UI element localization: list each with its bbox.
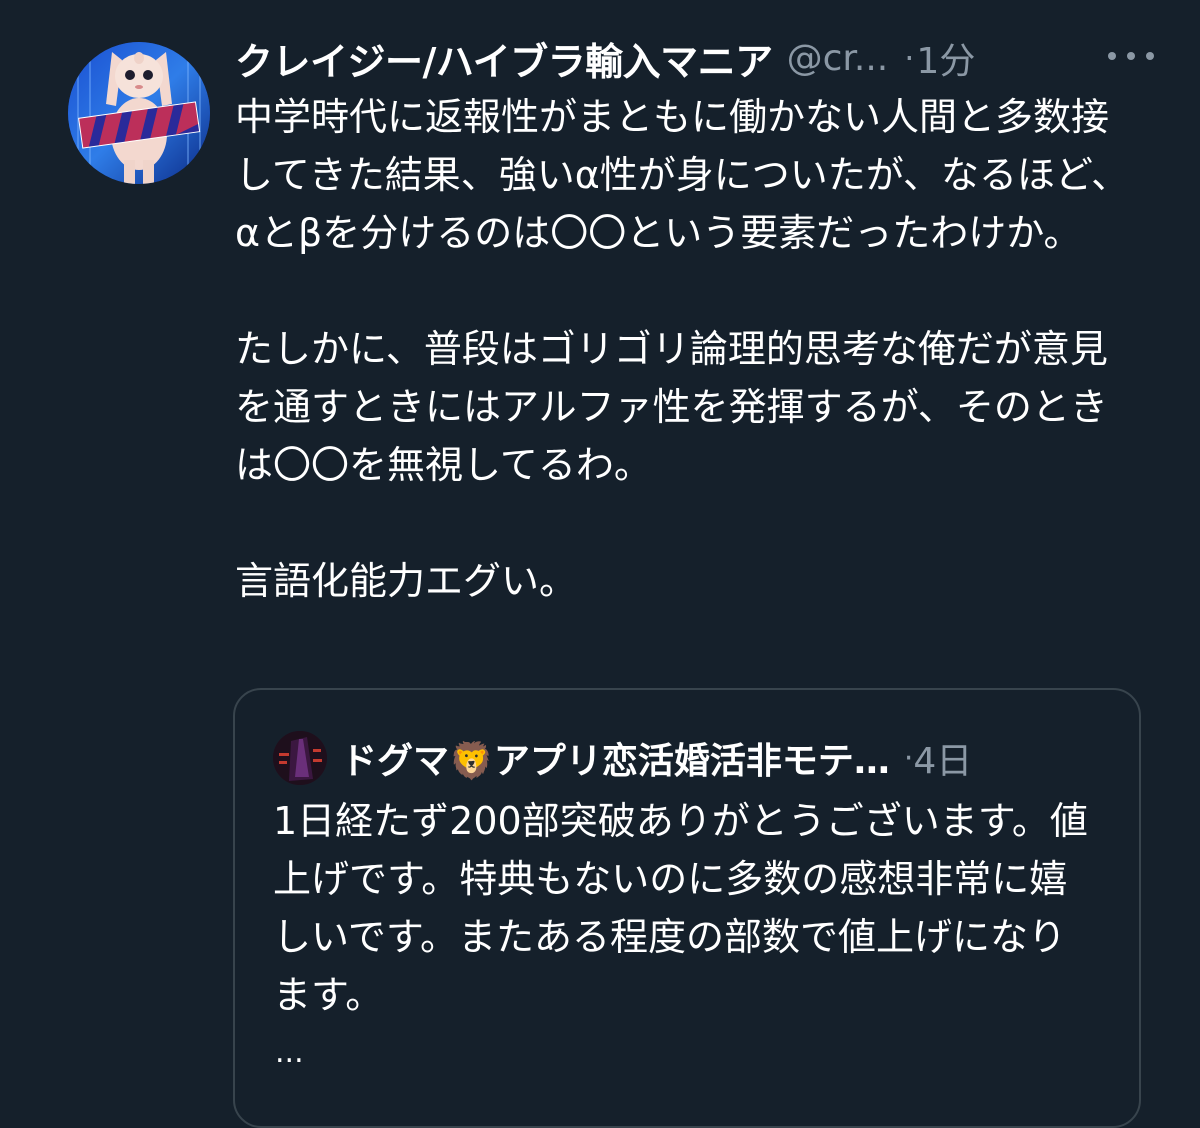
separator-dot: · [904, 39, 915, 77]
quoted-author-display-name[interactable]: ドグマ🦁アプリ恋活婚活非モテ… [341, 732, 890, 784]
author-avatar[interactable] [68, 42, 210, 184]
more-horizontal-icon [1108, 52, 1116, 60]
tweet-timestamp[interactable]: 1分 [916, 32, 975, 84]
quoted-tweet-card[interactable]: ドグマ🦁アプリ恋活婚活非モテ… · 4日 1日経たず200部突破ありがとうござい… [233, 688, 1141, 1128]
kewpie-doll-avatar-icon [68, 42, 210, 184]
tweet-paragraph: 言語化能力エグい。 [235, 559, 578, 603]
author-handle[interactable]: @cr... [787, 38, 889, 79]
more-options-button[interactable] [1108, 38, 1154, 74]
tweet-header: クレイジー/ハイブラ輸入マニア @cr... · 1分 [235, 30, 1155, 86]
tweet: クレイジー/ハイブラ輸入マニア @cr... · 1分 中学時代に返報性がまとも… [0, 0, 1200, 1128]
truncation-ellipsis: ... [275, 1035, 304, 1070]
tweet-paragraph: たしかに、普段はゴリゴリ論理的思考な俺だが意見を通すときにはアルファ性を発揮する… [235, 327, 1108, 487]
separator-dot: · [903, 740, 914, 776]
quoted-tweet-timestamp[interactable]: 4日 [913, 732, 972, 784]
more-horizontal-icon [1146, 52, 1154, 60]
quoted-tweet-text: 1日経たず200部突破ありがとうございます。値上げです。特典もないのに多数の感想… [273, 799, 1088, 1017]
author-display-name[interactable]: クレイジー/ハイブラ輸入マニア [235, 31, 773, 86]
more-horizontal-icon [1127, 52, 1135, 60]
quoted-author-avatar[interactable] [273, 731, 327, 785]
tweet-paragraph: 中学時代に返報性がまともに働かない人間と多数接してきた結果、強いα性が身についた… [235, 95, 1130, 255]
dark-figure-avatar-icon [273, 731, 327, 785]
tweet-text: 中学時代に返報性がまともに働かない人間と多数接してきた結果、強いα性が身についた… [235, 88, 1140, 610]
quoted-tweet-header: ドグマ🦁アプリ恋活婚活非モテ… · 4日 [273, 726, 972, 790]
